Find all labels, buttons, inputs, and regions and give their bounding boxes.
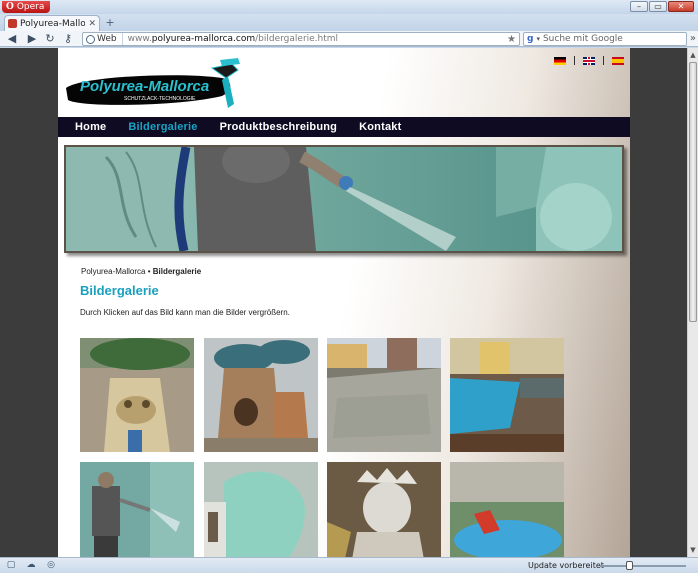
scrollbar-thumb[interactable] — [689, 62, 697, 322]
key-icon[interactable]: ⚷ — [62, 33, 74, 45]
status-bar: ▢ ☁ ◎ Update vorbereitet — [0, 557, 698, 573]
page-content: Polyurea-Mallorca SCHUTZLACK-TECHNOLOGIE… — [58, 48, 630, 557]
nav-produktbeschreibung[interactable]: Produktbeschreibung — [220, 121, 337, 133]
url-domain: polyurea-mallorca.com — [151, 34, 256, 44]
zoom-slider-track[interactable] — [600, 565, 686, 567]
url-text[interactable]: www.polyurea-mallorca.com/bildergalerie.… — [123, 34, 507, 44]
google-icon: g — [527, 34, 534, 44]
window-titlebar: O Opera – ▭ ✕ — [0, 0, 698, 14]
panel-toggle-icon[interactable]: ▢ — [6, 561, 16, 570]
url-prefix: www. — [127, 34, 152, 44]
close-tab-icon[interactable]: ✕ — [88, 19, 96, 29]
header-banner-image — [64, 145, 624, 253]
tab-title: Polyurea-Mallorca: Bild... — [20, 18, 86, 29]
statue-of-liberty-photo[interactable] — [327, 462, 441, 557]
nav-home[interactable]: Home — [75, 121, 106, 133]
breadcrumb: Polyurea-Mallorca • Bildergalerie — [81, 267, 201, 276]
spraying-worker-photo[interactable] — [80, 462, 194, 557]
address-toolbar: ◀ ▶ ↻ ⚷ Web www.polyurea-mallorca.com/bi… — [0, 31, 698, 47]
bookmark-star-icon[interactable]: ★ — [507, 34, 519, 45]
logo-tagline: SCHUTZLACK-TECHNOLOGIE — [124, 96, 196, 102]
de-flag-icon[interactable] — [554, 56, 566, 65]
opera-menu-button[interactable]: O Opera — [2, 1, 51, 13]
tab-polyurea[interactable]: Polyurea-Mallorca: Bild... ✕ — [4, 15, 100, 31]
search-placeholder: Suche mit Google — [542, 34, 623, 44]
page-title: Bildergalerie — [80, 283, 159, 298]
es-flag-icon[interactable] — [612, 56, 624, 65]
vertical-scrollbar[interactable]: ▲ ▼ — [687, 48, 698, 557]
flag-separator — [603, 56, 604, 65]
zoom-slider-knob[interactable] — [626, 561, 633, 570]
opera-menu-label: Opera — [16, 2, 45, 12]
tab-bar: Polyurea-Mallorca: Bild... ✕ + — [0, 14, 698, 31]
tree-house-photo[interactable] — [204, 338, 318, 452]
gallery-intro-text: Durch Klicken auf das Bild kann man die … — [80, 308, 290, 317]
turbo-icon[interactable]: ◎ — [46, 561, 56, 570]
reload-icon[interactable]: ↻ — [44, 33, 56, 45]
close-window-icon[interactable]: ✕ — [668, 1, 694, 12]
sculpture-spraying-photo[interactable] — [204, 462, 318, 557]
breadcrumb-separator: • — [147, 267, 151, 276]
nav-bildergalerie[interactable]: Bildergalerie — [128, 121, 197, 133]
address-bar[interactable]: Web www.polyurea-mallorca.com/bildergale… — [82, 32, 520, 46]
window-controls: – ▭ ✕ — [630, 1, 694, 12]
nav-kontakt[interactable]: Kontakt — [359, 121, 401, 133]
globe-icon — [86, 34, 95, 44]
web-badge[interactable]: Web — [83, 33, 123, 45]
new-tab-icon[interactable]: + — [104, 17, 116, 29]
breadcrumb-home[interactable]: Polyurea-Mallorca — [81, 267, 145, 276]
search-input[interactable]: g ▾ Suche mit Google — [523, 32, 687, 46]
en-flag-icon[interactable] — [583, 56, 595, 65]
opera-icon: O — [6, 2, 14, 12]
favicon-icon — [8, 19, 17, 28]
flag-separator — [574, 56, 575, 65]
toolbar-menu-icon[interactable]: » — [690, 33, 696, 44]
search-dropdown-icon[interactable]: ▾ — [536, 35, 540, 43]
web-viewport: Polyurea-Mallorca SCHUTZLACK-TECHNOLOGIE… — [0, 48, 698, 557]
back-icon[interactable]: ◀ — [6, 33, 18, 45]
cloud-icon[interactable]: ☁ — [26, 561, 36, 570]
url-path: /bildergalerie.html — [255, 34, 339, 44]
pool-construction-photo[interactable] — [327, 338, 441, 452]
language-switcher — [554, 56, 624, 65]
tree-sculpture-photo[interactable] — [80, 338, 194, 452]
pool-finished-photo[interactable] — [450, 338, 564, 452]
scroll-down-icon[interactable]: ▼ — [688, 545, 698, 555]
forward-icon[interactable]: ▶ — [26, 33, 38, 45]
scroll-up-icon[interactable]: ▲ — [688, 50, 698, 60]
maximize-icon[interactable]: ▭ — [649, 1, 667, 12]
breadcrumb-current: Bildergalerie — [152, 267, 202, 276]
playground-pool-photo[interactable] — [450, 462, 564, 557]
logo-text: Polyurea-Mallorca — [80, 78, 209, 95]
site-logo[interactable]: Polyurea-Mallorca SCHUTZLACK-TECHNOLOGIE — [62, 58, 242, 120]
web-label: Web — [97, 34, 117, 44]
main-nav: Home Bildergalerie Produktbeschreibung K… — [58, 117, 630, 137]
minimize-icon[interactable]: – — [630, 1, 648, 12]
status-text: Update vorbereitet — [528, 561, 604, 570]
